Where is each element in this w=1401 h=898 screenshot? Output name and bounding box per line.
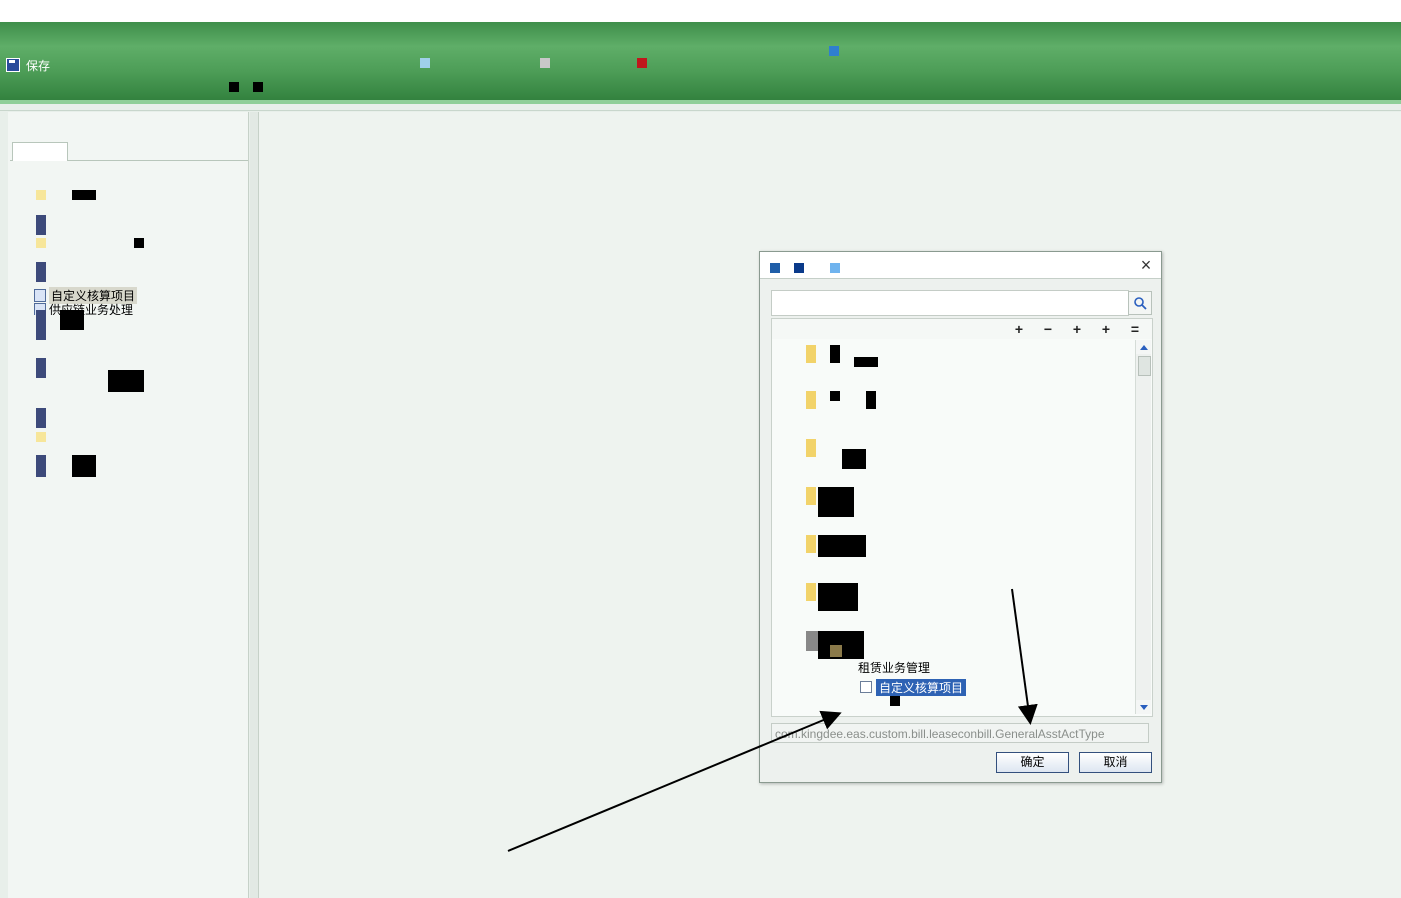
tree-label-block <box>830 345 840 363</box>
node-icon <box>36 310 46 340</box>
folder-icon <box>806 487 816 505</box>
ribbon-icon <box>253 82 263 92</box>
tree-item-selected[interactable]: 自定义核算项目 <box>860 678 967 696</box>
nav-tabstrip <box>10 140 248 161</box>
folder-icon <box>36 238 46 248</box>
dialog-title-icon <box>794 263 804 273</box>
search-input[interactable] <box>771 290 1129 316</box>
node-icon <box>36 408 46 428</box>
scroll-up-button[interactable] <box>1136 340 1151 354</box>
close-icon[interactable]: × <box>1137 256 1155 274</box>
folder-icon <box>36 432 46 442</box>
ribbon-shadow <box>0 104 1401 111</box>
folder-icon <box>806 535 816 553</box>
dialog-titlebar: × <box>760 252 1161 279</box>
tree-label-block <box>134 238 144 248</box>
tree-item-label: 自定义核算项目 <box>876 678 967 696</box>
main-toolbar: 保存 <box>0 52 1401 78</box>
tree-label-block <box>854 357 878 367</box>
collapse-button[interactable]: − <box>1038 320 1058 338</box>
dialog-title-icon <box>830 263 840 273</box>
tree-parent-label: 租赁业务管理 <box>858 661 931 673</box>
select-dialog: × + − + + = 租赁业务管理 自定义核算项目 com.kingdee.e… <box>759 251 1162 783</box>
tree-item-label: 自定义核算项目 <box>49 286 138 304</box>
dialog-tree: 租赁业务管理 自定义核算项目 <box>771 339 1153 717</box>
folder-icon <box>806 583 816 601</box>
node-icon <box>36 358 46 378</box>
tree-label-block <box>866 391 876 409</box>
nav-tab[interactable] <box>12 142 68 161</box>
tree-label-block <box>108 370 144 392</box>
tree-label-block <box>60 310 84 330</box>
search-button[interactable] <box>1128 291 1152 315</box>
dialog-title-icon <box>770 263 780 273</box>
tree-toolbar: + − + + = <box>771 318 1153 340</box>
tree-scrollbar[interactable] <box>1135 340 1151 714</box>
tree-label-block <box>818 487 854 517</box>
search-icon <box>1134 297 1147 310</box>
chevron-up-icon <box>1139 344 1148 350</box>
save-icon <box>6 58 20 72</box>
tree-node-icon <box>860 681 872 693</box>
collapse-all-button[interactable]: = <box>1125 320 1145 338</box>
expand-level-button[interactable]: + <box>1096 320 1116 338</box>
tree-label-block <box>830 391 840 401</box>
panel-splitter[interactable] <box>250 112 259 898</box>
ok-button[interactable]: 确定 <box>996 752 1069 773</box>
tree-item-custom-accounting[interactable]: 自定义核算项目 <box>34 286 138 304</box>
tree-parent-lease[interactable]: 租赁业务管理 <box>858 661 930 673</box>
expand-button[interactable]: + <box>1009 320 1029 338</box>
folder-icon <box>806 345 816 363</box>
folder-icon <box>806 439 816 457</box>
folder-icon <box>806 631 818 651</box>
cancel-button[interactable]: 取消 <box>1079 752 1152 773</box>
tree-label-block <box>72 455 96 477</box>
save-button[interactable]: 保存 <box>6 57 50 74</box>
node-icon <box>36 262 46 282</box>
scroll-thumb[interactable] <box>1138 356 1151 376</box>
folder-icon <box>36 190 46 200</box>
folder-icon <box>830 645 842 657</box>
tree-label-block <box>72 190 96 200</box>
node-icon <box>36 215 46 235</box>
node-icon <box>36 455 46 477</box>
tree-label-block <box>818 583 858 611</box>
expand-all-button[interactable]: + <box>1067 320 1087 338</box>
scroll-down-button[interactable] <box>1136 700 1151 714</box>
tree-label-block <box>842 449 866 469</box>
ribbon-icon <box>229 82 239 92</box>
save-label: 保存 <box>26 58 51 73</box>
tree-label-block <box>818 535 866 557</box>
class-path-field[interactable]: com.kingdee.eas.custom.bill.leaseconbill… <box>771 723 1149 743</box>
tree-label-block <box>890 696 900 706</box>
chevron-down-icon <box>1139 704 1148 710</box>
title-strip <box>0 0 1401 22</box>
folder-icon <box>806 391 816 409</box>
tree-node-icon <box>34 288 46 302</box>
